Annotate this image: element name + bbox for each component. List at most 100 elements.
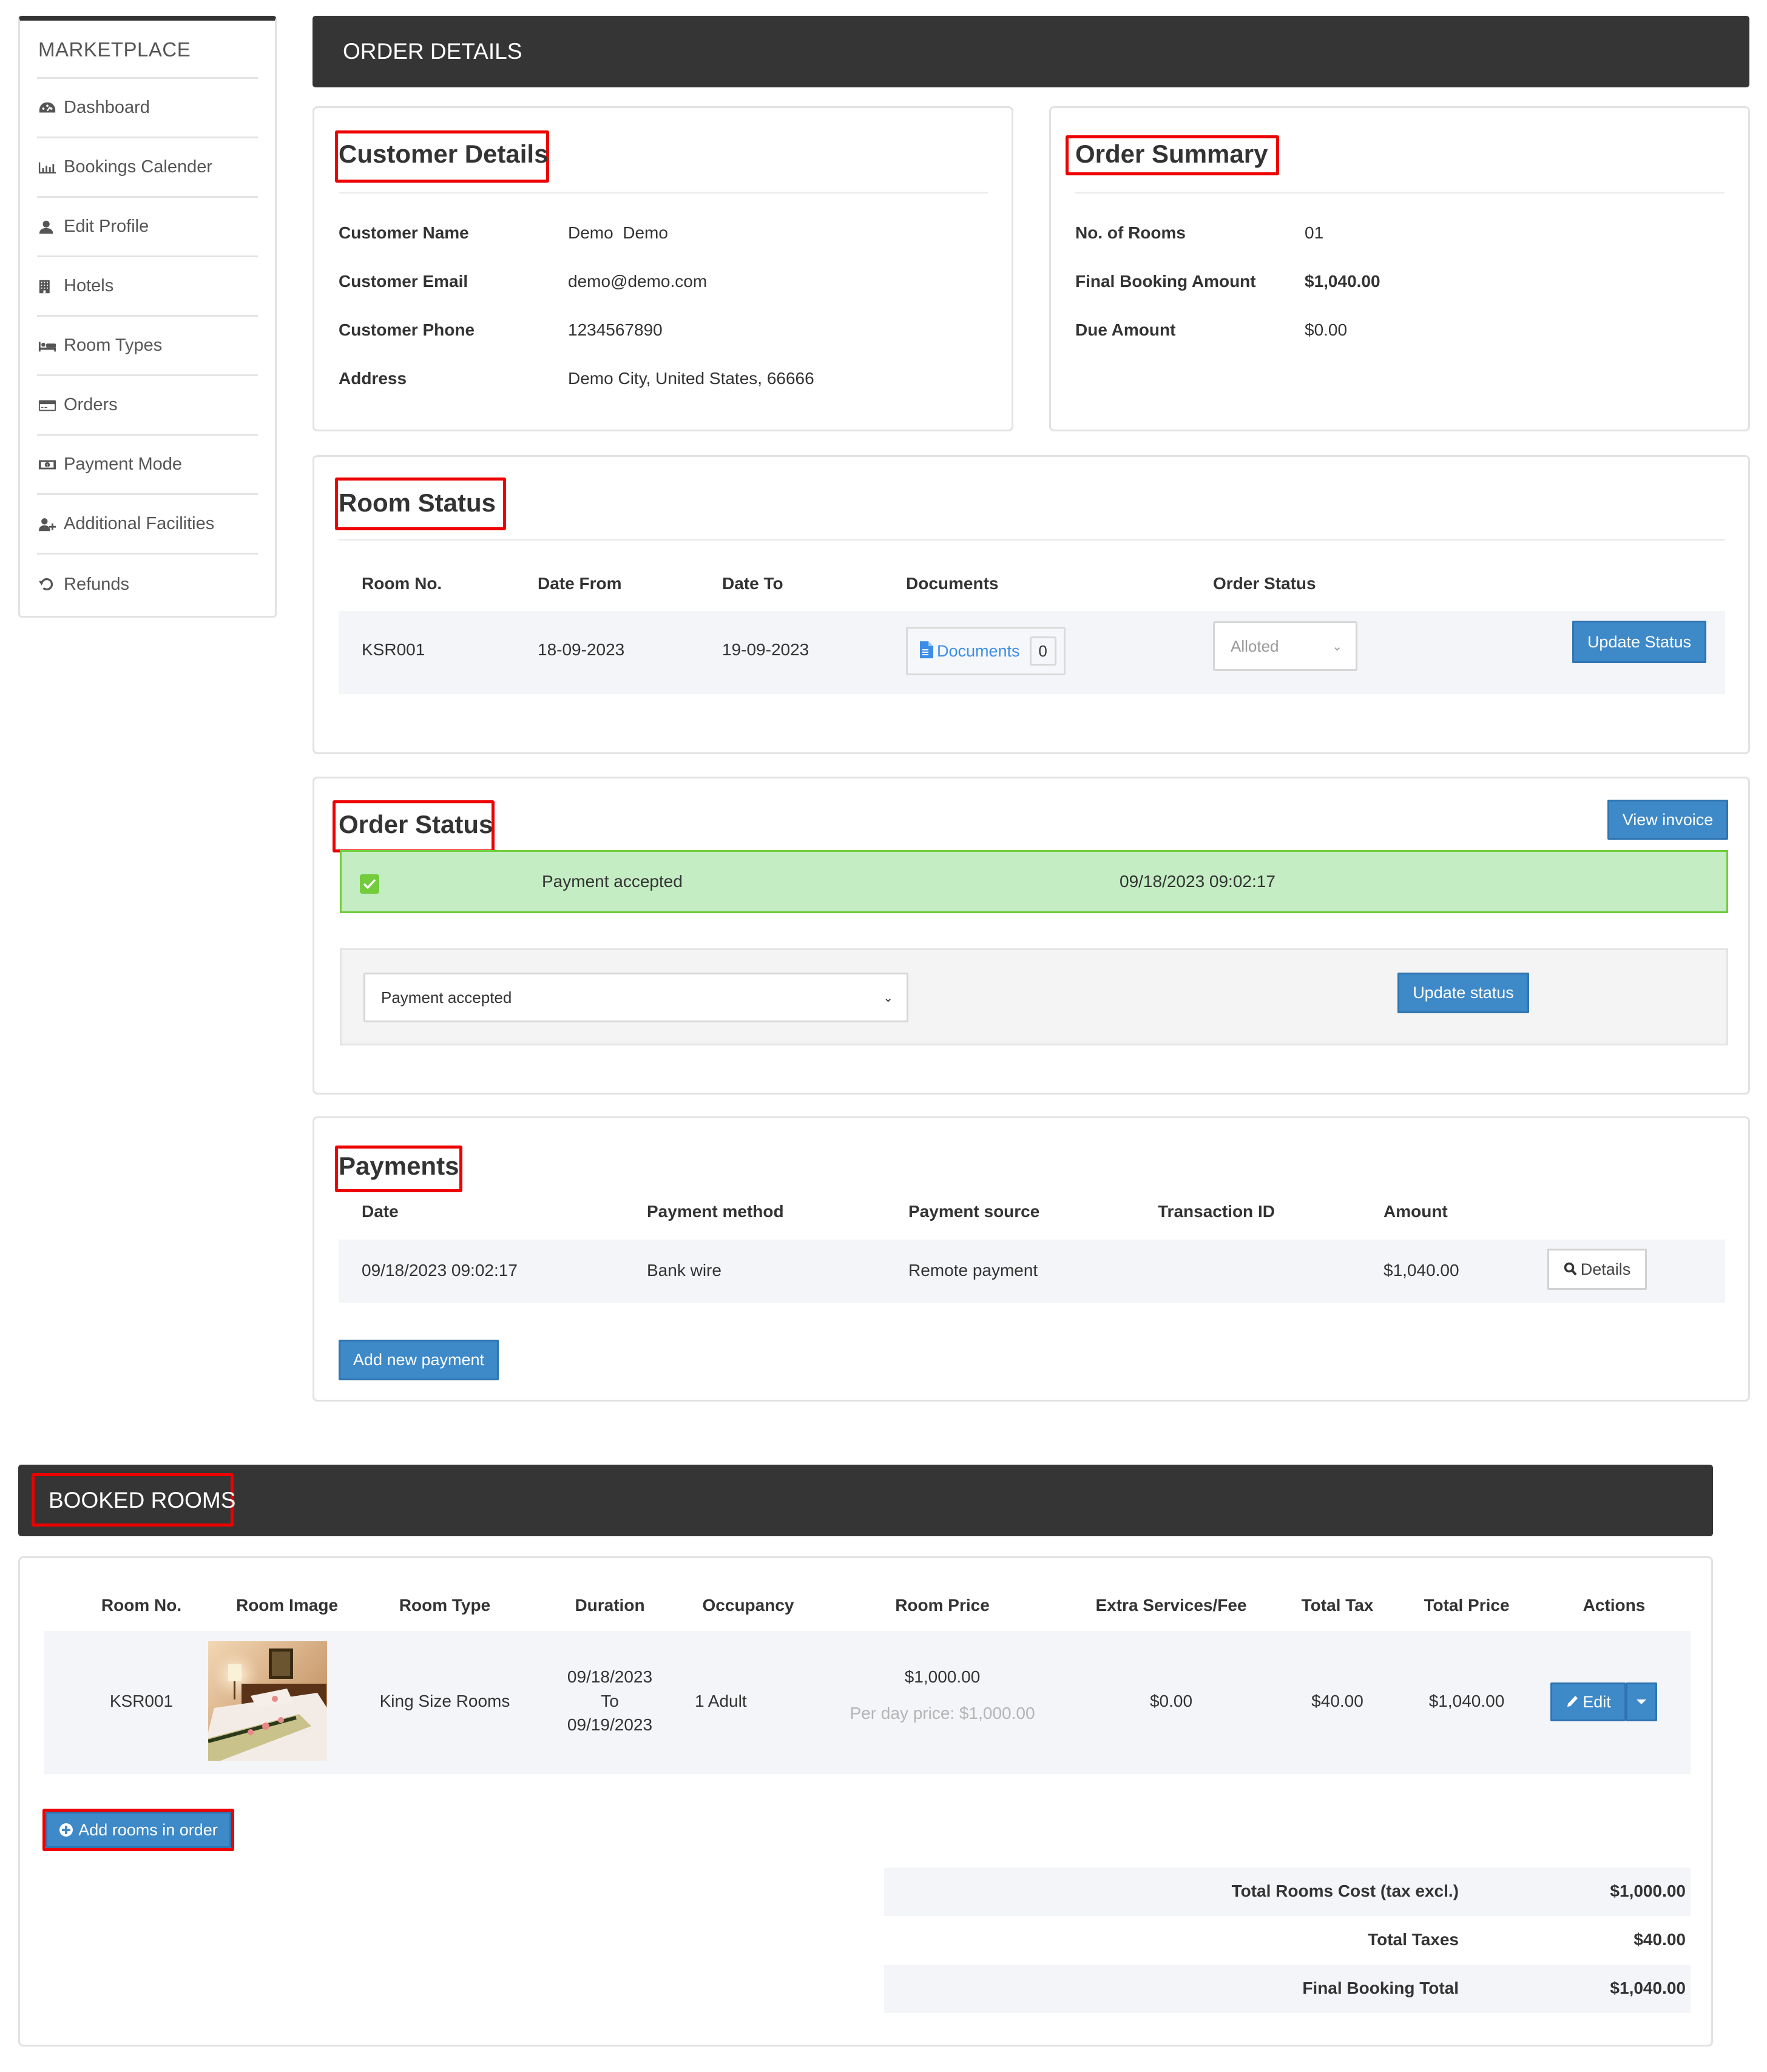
divider (339, 192, 988, 194)
order-summary-heading: Order Summary (1075, 140, 1268, 168)
room-no-cell: KSR001 (362, 640, 425, 659)
column-header-room-price: Room Price (895, 1596, 990, 1615)
sidebar-item-label: Bookings Calender (64, 157, 213, 177)
sidebar-item-label: Orders (64, 395, 118, 414)
view-invoice-button[interactable]: View invoice (1607, 800, 1728, 840)
order-status-select[interactable]: Payment accepted ⌄ (363, 973, 908, 1022)
customer-details-heading: Customer Details (339, 140, 549, 168)
due-amount-label: Due Amount (1075, 320, 1176, 339)
sidebar-item-additional-facilities[interactable]: Additional Facilities (37, 495, 258, 555)
order-status-panel: Order Status View invoice Payment accept… (313, 777, 1750, 1095)
column-header-room-image: Room Image (235, 1596, 339, 1615)
bed-icon (38, 337, 59, 355)
page-title: ORDER DETAILS (313, 16, 1749, 87)
update-order-status-button[interactable]: Update status (1397, 973, 1529, 1013)
file-icon (920, 641, 933, 661)
column-header-room-type: Room Type (399, 1596, 491, 1615)
status-history-datetime: 09/18/2023 09:02:17 (1120, 872, 1275, 891)
payments-heading: Payments (339, 1152, 459, 1180)
plus-circle-icon (59, 1823, 73, 1837)
booked-rooms-header: BOOKED ROOMS (18, 1465, 1713, 1536)
divider (339, 539, 1725, 541)
column-header-occupancy: Occupancy (702, 1596, 794, 1615)
search-icon (1564, 1262, 1577, 1277)
per-day-price-cell: Per day price: $1,000.00 (850, 1704, 1035, 1723)
sidebar-item-refunds[interactable]: Refunds (37, 555, 258, 614)
column-header-payment-method: Payment method (647, 1202, 784, 1221)
booked-rooms-panel: Room No. Room Image Room Type Duration O… (18, 1556, 1713, 2047)
room-no-cell: KSR001 (109, 1692, 174, 1710)
total-taxes-value: $40.00 (1634, 1930, 1686, 1949)
final-booking-amount-value: $1,040.00 (1305, 272, 1380, 291)
undo-icon (38, 575, 59, 593)
customer-email-label: Customer Email (339, 272, 468, 291)
edit-label: Edit (1583, 1692, 1611, 1711)
sidebar-item-orders[interactable]: Orders (37, 376, 258, 436)
room-type-cell: King Size Rooms (379, 1692, 510, 1710)
duration-to-label: To (601, 1692, 619, 1710)
edit-button-group: Edit (1550, 1682, 1657, 1721)
sidebar-item-label: Additional Facilities (64, 514, 215, 533)
sidebar-item-dashboard[interactable]: Dashboard (37, 79, 258, 138)
address-label: Address (339, 369, 407, 388)
sidebar-item-bookings-calender[interactable]: Bookings Calender (37, 138, 258, 198)
status-history-row: Payment accepted 09/18/2023 09:02:17 (340, 850, 1728, 913)
column-header-documents: Documents (906, 574, 999, 593)
sidebar-item-label: Edit Profile (64, 217, 149, 236)
documents-button[interactable]: Documents 0 (906, 627, 1066, 675)
room-image (208, 1641, 327, 1761)
room-status-panel: Room Status Room No. Date From Date To D… (313, 455, 1750, 754)
date-to-cell: 19-09-2023 (722, 640, 809, 659)
credit-card-icon (38, 396, 59, 414)
documents-count-badge: 0 (1029, 636, 1056, 666)
sidebar-item-edit-profile[interactable]: Edit Profile (37, 198, 258, 257)
address-value: Demo City, United States, 66666 (568, 369, 814, 388)
dashboard-icon (38, 99, 59, 117)
total-rooms-cost-label: Total Rooms Cost (tax excl.) (1231, 1881, 1459, 1900)
update-room-status-button[interactable]: Update Status (1572, 621, 1706, 663)
payment-details-label: Details (1580, 1260, 1631, 1278)
column-header-order-status: Order Status (1213, 574, 1316, 593)
final-booking-amount-label: Final Booking Amount (1075, 272, 1256, 291)
svg-text:1: 1 (46, 463, 49, 467)
status-history-label: Payment accepted (542, 872, 683, 891)
sidebar-item-room-types[interactable]: Room Types (37, 317, 258, 376)
payments-panel: Payments Date Payment method Payment sou… (313, 1116, 1750, 1402)
room-order-status-select[interactable]: Alloted ⌄ (1213, 621, 1357, 671)
add-new-payment-button[interactable]: Add new payment (339, 1340, 499, 1380)
booked-rooms-title: BOOKED ROOMS (49, 1488, 236, 1513)
sidebar-item-payment-mode[interactable]: 1 Payment Mode (37, 436, 258, 495)
customer-email-value: demo@demo.com (568, 272, 708, 291)
order-summary-panel: Order Summary No. of Rooms 01 Final Book… (1049, 106, 1750, 431)
column-header-extra-services: Extra Services/Fee (1095, 1596, 1247, 1615)
payment-amount-cell: $1,040.00 (1384, 1261, 1459, 1280)
customer-phone-label: Customer Phone (339, 320, 475, 339)
sidebar-item-label: Refunds (64, 574, 130, 594)
customer-name-label: Customer Name (339, 223, 469, 242)
room-status-heading: Room Status (339, 488, 496, 517)
payment-date-cell: 09/18/2023 09:02:17 (362, 1261, 518, 1280)
payment-source-cell: Remote payment (908, 1261, 1038, 1280)
column-header-date-from: Date From (538, 574, 622, 593)
order-status-select-value: Payment accepted (381, 988, 512, 1007)
final-booking-total-label: Final Booking Total (1302, 1979, 1459, 1997)
final-booking-total-value: $1,040.00 (1610, 1979, 1686, 1997)
occupancy-cell: 1 Adult (695, 1692, 747, 1710)
total-taxes-label: Total Taxes (1368, 1930, 1459, 1949)
documents-link-label: Documents (937, 641, 1020, 660)
edit-room-button[interactable]: Edit (1550, 1682, 1626, 1721)
date-from-cell: 18-09-2023 (538, 640, 625, 659)
add-rooms-in-order-button[interactable]: Add rooms in order (46, 1812, 231, 1848)
edit-dropdown-toggle[interactable] (1626, 1682, 1657, 1721)
sidebar-item-label: Dashboard (64, 98, 150, 117)
sidebar-item-hotels[interactable]: Hotels (37, 257, 258, 317)
payment-details-button[interactable]: Details (1547, 1249, 1647, 1290)
add-rooms-label: Add rooms in order (78, 1820, 218, 1839)
chevron-down-icon: ⌄ (1332, 639, 1342, 653)
bar-chart-icon (38, 158, 59, 177)
room-order-status-value: Alloted (1231, 636, 1279, 655)
column-header-amount: Amount (1384, 1202, 1448, 1221)
sidebar-item-label: Hotels (64, 276, 114, 295)
user-icon (38, 218, 59, 236)
duration-from-cell: 09/18/2023 (567, 1667, 653, 1686)
